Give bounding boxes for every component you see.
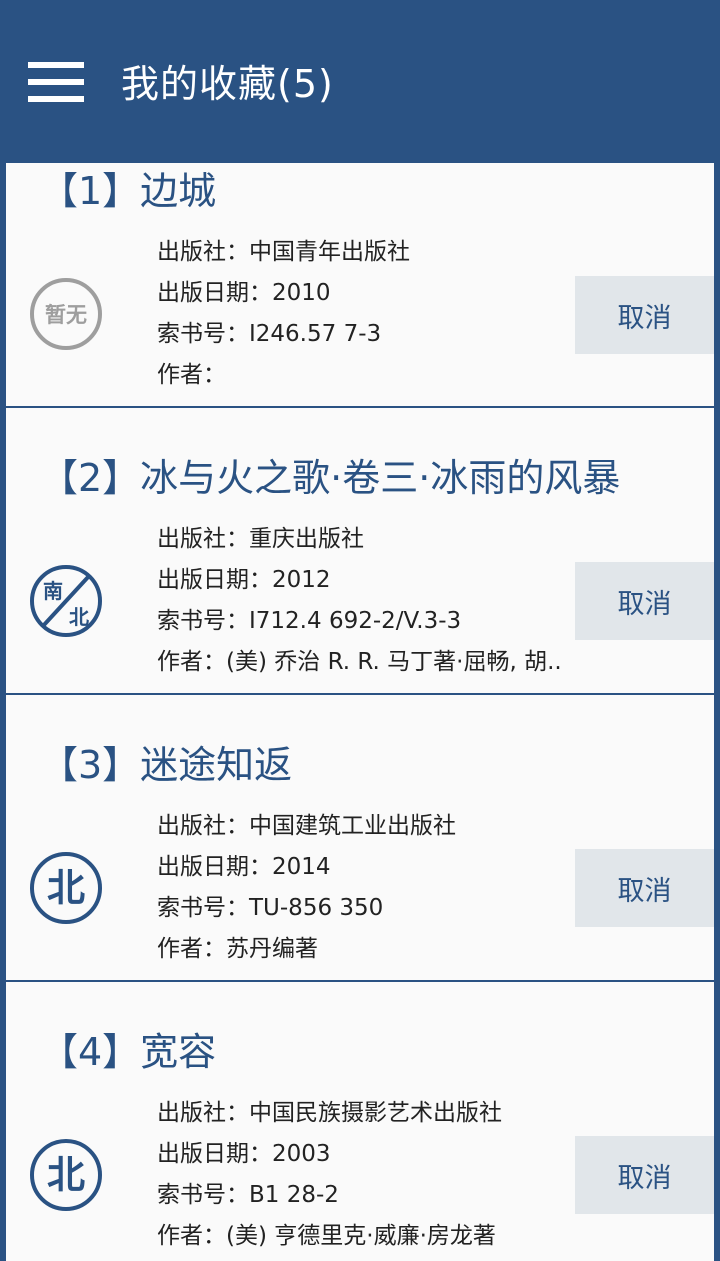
publisher-line: 出版社：重庆出版社 (157, 526, 364, 552)
publisher-line: 出版社：中国建筑工业出版社 (157, 813, 456, 839)
no-image-badge-icon: 暂无 (29, 277, 103, 351)
date-line: 出版日期：2012 (157, 567, 331, 593)
list-item[interactable]: 【1】边城 暂无 出版社：中国青年出版社 出版日期：2010 索书号：I246.… (6, 163, 714, 408)
author-line: 作者：苏丹编著 (157, 936, 318, 962)
page-title: 我的收藏(5) (121, 62, 334, 106)
call-number-value: B1 28-2 (249, 1182, 339, 1208)
date-line: 出版日期：2010 (157, 280, 331, 306)
menu-line (28, 79, 84, 85)
call-number-line: 索书号：TU-856 350 (157, 895, 384, 921)
author-value: 苏丹编著 (226, 936, 318, 962)
call-number-value: I246.57 7-3 (249, 321, 382, 347)
list-item[interactable]: 【3】迷途知返 北 出版社：中国建筑工业出版社 出版日期：2014 索书号：TU… (6, 695, 714, 982)
date-line: 出版日期：2014 (157, 854, 331, 880)
date-value: 2014 (272, 854, 331, 880)
author-line: 作者： (157, 362, 226, 388)
call-number-line: 索书号：I712.4 692-2/V.3-3 (157, 608, 462, 634)
publisher-value: 中国民族摄影艺术出版社 (249, 1100, 502, 1126)
book-title[interactable]: 【1】边城 (40, 163, 216, 219)
favorites-list[interactable]: 【1】边城 暂无 出版社：中国青年出版社 出版日期：2010 索书号：I246.… (6, 163, 714, 1261)
svg-text:北: 北 (47, 866, 85, 910)
date-value: 2003 (272, 1141, 331, 1167)
svg-text:北: 北 (47, 1153, 85, 1197)
book-title[interactable]: 【2】冰与火之歌·卷三·冰雨的风暴 (40, 450, 620, 506)
publisher-value: 中国青年出版社 (249, 239, 410, 265)
cancel-favorite-button[interactable]: 取消 (575, 562, 714, 640)
date-line: 出版日期：2003 (157, 1141, 331, 1167)
author-value: (美) 亨德里克·威廉·房龙著 (226, 1223, 496, 1249)
author-value: (美) 乔治 R. R. 马丁著·屈畅, 胡.. (226, 649, 562, 675)
hamburger-menu-icon[interactable] (28, 62, 84, 102)
publisher-line: 出版社：中国青年出版社 (157, 239, 410, 265)
publisher-line: 出版社：中国民族摄影艺术出版社 (157, 1100, 502, 1126)
publisher-value: 中国建筑工业出版社 (249, 813, 456, 839)
date-value: 2012 (272, 567, 331, 593)
menu-line (28, 96, 84, 102)
author-line: 作者：(美) 乔治 R. R. 马丁著·屈畅, 胡.. (157, 649, 562, 675)
book-title[interactable]: 【3】迷途知返 (40, 737, 292, 793)
nanbei-library-badge-icon: 南 北 (29, 564, 103, 638)
call-number-line: 索书号：B1 28-2 (157, 1182, 339, 1208)
cancel-favorite-button[interactable]: 取消 (575, 1136, 714, 1214)
bei-library-badge-icon: 北 (29, 851, 103, 925)
cancel-favorite-button[interactable]: 取消 (575, 849, 714, 927)
call-number-line: 索书号：I246.57 7-3 (157, 321, 382, 347)
svg-text:北: 北 (69, 605, 89, 629)
date-value: 2010 (272, 280, 331, 306)
publisher-value: 重庆出版社 (249, 526, 364, 552)
list-item[interactable]: 【2】冰与火之歌·卷三·冰雨的风暴 南 北 出版社：重庆出版社 出版日期：201… (6, 408, 714, 695)
list-item[interactable]: 【4】宽容 北 出版社：中国民族摄影艺术出版社 出版日期：2003 索书号：B1… (6, 982, 714, 1261)
menu-line (28, 62, 84, 68)
author-line: 作者：(美) 亨德里克·威廉·房龙著 (157, 1223, 496, 1249)
call-number-value: I712.4 692-2/V.3-3 (249, 608, 462, 634)
svg-text:南: 南 (43, 579, 63, 603)
svg-text:暂无: 暂无 (45, 303, 87, 327)
app-bar: 我的收藏(5) (0, 0, 720, 163)
book-title[interactable]: 【4】宽容 (40, 1024, 216, 1080)
call-number-value: TU-856 350 (249, 895, 384, 921)
cancel-favorite-button[interactable]: 取消 (575, 276, 714, 354)
bei-library-badge-icon: 北 (29, 1138, 103, 1212)
